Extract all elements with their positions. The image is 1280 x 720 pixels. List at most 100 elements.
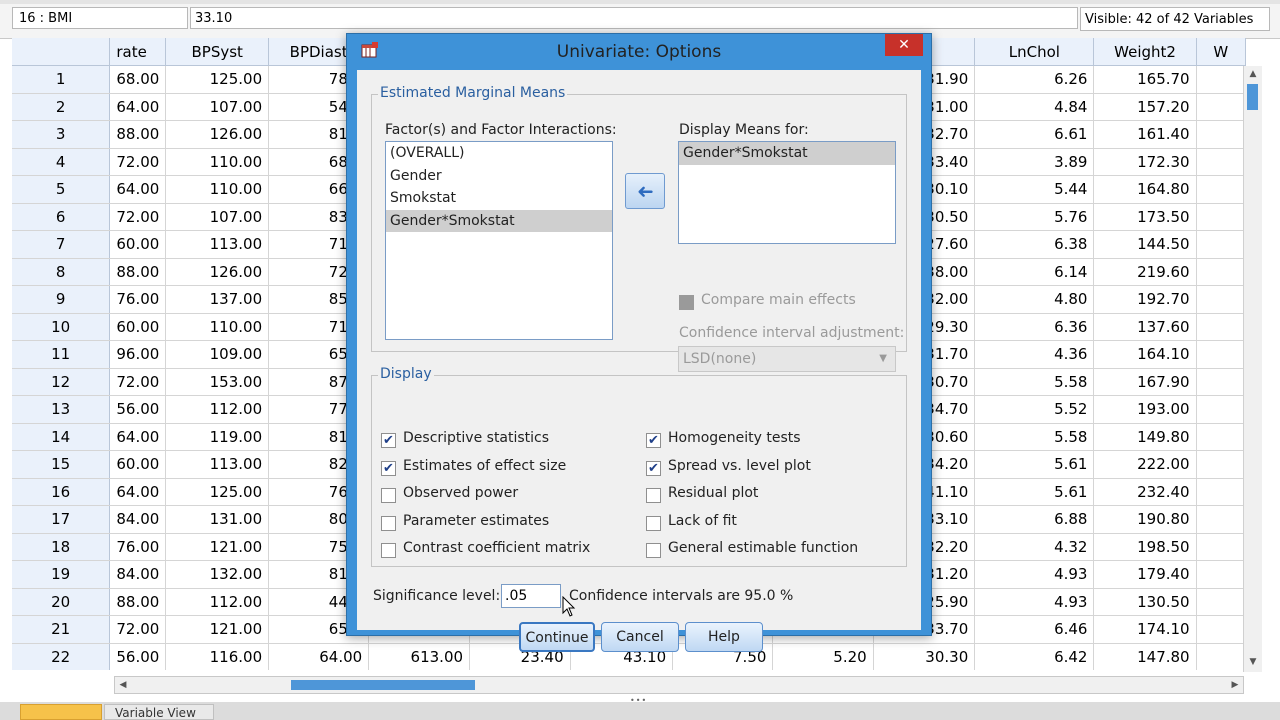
checkbox[interactable] bbox=[381, 488, 396, 503]
factor-list-item[interactable]: Smokstat bbox=[386, 187, 612, 210]
data-cell[interactable]: 110.00 bbox=[165, 175, 270, 204]
data-cell[interactable] bbox=[1196, 505, 1246, 534]
data-cell[interactable]: 5.58 bbox=[974, 423, 1095, 451]
data-cell[interactable]: 157.20 bbox=[1093, 93, 1197, 121]
data-cell[interactable]: 4.36 bbox=[974, 340, 1095, 369]
data-cell[interactable]: 88.00 bbox=[109, 258, 167, 286]
data-cell[interactable]: 5.20 bbox=[772, 643, 874, 670]
display-means-listbox[interactable]: Gender*Smokstat bbox=[678, 141, 896, 244]
data-cell[interactable] bbox=[1196, 423, 1246, 451]
scroll-down-icon[interactable]: ▼ bbox=[1246, 655, 1260, 669]
data-cell[interactable] bbox=[1196, 285, 1246, 314]
cancel-button[interactable]: Cancel bbox=[601, 622, 679, 652]
row-header[interactable]: 13 bbox=[12, 395, 111, 424]
data-cell[interactable]: 193.00 bbox=[1093, 395, 1197, 424]
vertical-scroll-thumb[interactable] bbox=[1247, 84, 1258, 110]
data-cell[interactable]: 5.58 bbox=[974, 368, 1095, 396]
data-cell[interactable]: 192.70 bbox=[1093, 285, 1197, 314]
significance-level-input[interactable]: .05 bbox=[501, 584, 561, 608]
checkbox[interactable]: ✔ bbox=[646, 460, 661, 476]
data-cell[interactable] bbox=[1196, 65, 1246, 94]
horizontal-scroll-thumb[interactable] bbox=[291, 680, 475, 690]
row-header[interactable]: 8 bbox=[12, 258, 111, 286]
vertical-scrollbar[interactable]: ▲ ▼ bbox=[1243, 66, 1262, 672]
data-cell[interactable]: 56.00 bbox=[109, 395, 167, 424]
data-cell[interactable]: 6.42 bbox=[974, 643, 1095, 670]
data-cell[interactable]: 232.40 bbox=[1093, 478, 1197, 506]
data-cell[interactable]: 112.00 bbox=[165, 395, 270, 424]
data-cell[interactable]: 76.00 bbox=[109, 285, 167, 314]
data-cell[interactable]: 72.00 bbox=[109, 368, 167, 396]
data-cell[interactable]: 6.61 bbox=[974, 120, 1095, 149]
data-cell[interactable] bbox=[1196, 93, 1246, 121]
data-cell[interactable] bbox=[1196, 230, 1246, 259]
row-header[interactable]: 1 bbox=[12, 65, 111, 94]
row-header[interactable]: 2 bbox=[12, 93, 111, 121]
data-cell[interactable] bbox=[1196, 368, 1246, 396]
data-cell[interactable]: 164.80 bbox=[1093, 175, 1197, 204]
data-cell[interactable]: 5.61 bbox=[974, 478, 1095, 506]
data-cell[interactable]: 88.00 bbox=[109, 588, 167, 616]
checkbox-label[interactable]: Contrast coefficient matrix bbox=[403, 540, 590, 556]
checkbox[interactable] bbox=[381, 515, 396, 531]
data-cell[interactable]: 76.00 bbox=[109, 533, 167, 561]
data-cell[interactable]: 109.00 bbox=[165, 340, 270, 369]
column-header[interactable]: Weight2 bbox=[1093, 38, 1197, 66]
data-cell[interactable] bbox=[1196, 175, 1246, 204]
data-cell[interactable]: 4.32 bbox=[974, 533, 1095, 561]
checkbox-label[interactable]: Homogeneity tests bbox=[668, 430, 801, 446]
compare-main-effects-checkbox[interactable] bbox=[679, 295, 694, 310]
horizontal-scrollbar[interactable]: ◀ ▶ bbox=[114, 676, 1244, 694]
data-cell[interactable]: 112.00 bbox=[165, 588, 270, 616]
checkbox-label[interactable]: Residual plot bbox=[668, 485, 758, 501]
data-cell[interactable]: 4.84 bbox=[974, 93, 1095, 121]
data-cell[interactable]: 167.90 bbox=[1093, 368, 1197, 396]
move-right-button[interactable]: ➜ bbox=[625, 173, 665, 209]
continue-button[interactable]: Continue bbox=[519, 622, 595, 652]
row-header[interactable]: 7 bbox=[12, 230, 111, 259]
help-button[interactable]: Help bbox=[685, 622, 763, 652]
data-cell[interactable]: 164.10 bbox=[1093, 340, 1197, 369]
data-cell[interactable]: 6.88 bbox=[974, 505, 1095, 534]
data-cell[interactable]: 72.00 bbox=[109, 148, 167, 176]
ci-adjustment-dropdown[interactable]: LSD(none) ▼ bbox=[678, 346, 896, 372]
data-cell[interactable] bbox=[1196, 120, 1246, 149]
data-cell[interactable]: 137.60 bbox=[1093, 313, 1197, 341]
dialog-titlebar[interactable]: Univariate: Options ✕ bbox=[347, 34, 931, 68]
row-header[interactable]: 17 bbox=[12, 505, 111, 534]
checkbox[interactable]: ✔ bbox=[381, 460, 396, 476]
data-cell[interactable] bbox=[1196, 203, 1246, 231]
row-header[interactable]: 6 bbox=[12, 203, 111, 231]
data-cell[interactable]: 179.40 bbox=[1093, 560, 1197, 589]
data-cell[interactable]: 126.00 bbox=[165, 120, 270, 149]
checkbox[interactable]: ✔ bbox=[646, 433, 661, 448]
data-cell[interactable] bbox=[1196, 395, 1246, 424]
column-header[interactable]: LnChol bbox=[974, 38, 1095, 66]
row-header[interactable]: 12 bbox=[12, 368, 111, 396]
checkbox-label[interactable]: Lack of fit bbox=[668, 513, 737, 529]
data-cell[interactable]: 6.26 bbox=[974, 65, 1095, 94]
row-header[interactable]: 3 bbox=[12, 120, 111, 149]
data-cell[interactable]: 174.10 bbox=[1093, 615, 1197, 644]
checkbox-label[interactable]: General estimable function bbox=[668, 540, 858, 556]
data-cell[interactable] bbox=[1196, 533, 1246, 561]
data-cell[interactable]: 4.93 bbox=[974, 588, 1095, 616]
data-cell[interactable]: 6.46 bbox=[974, 615, 1095, 644]
tab-data-view[interactable] bbox=[20, 704, 102, 720]
data-cell[interactable] bbox=[1196, 450, 1246, 479]
data-cell[interactable]: 130.50 bbox=[1093, 588, 1197, 616]
data-cell[interactable]: 149.80 bbox=[1093, 423, 1197, 451]
data-cell[interactable]: 113.00 bbox=[165, 230, 270, 259]
data-cell[interactable]: 121.00 bbox=[165, 615, 270, 644]
data-cell[interactable]: 222.00 bbox=[1093, 450, 1197, 479]
checkbox-label[interactable]: Descriptive statistics bbox=[403, 430, 549, 446]
checkbox-label[interactable]: Observed power bbox=[403, 485, 518, 501]
checkbox-label[interactable]: Estimates of effect size bbox=[403, 458, 566, 474]
checkbox-label[interactable]: Spread vs. level plot bbox=[668, 458, 811, 474]
row-header[interactable]: 4 bbox=[12, 148, 111, 176]
data-cell[interactable]: 137.00 bbox=[165, 285, 270, 314]
data-cell[interactable] bbox=[1196, 478, 1246, 506]
checkbox-label[interactable]: Parameter estimates bbox=[403, 513, 549, 529]
data-cell[interactable]: 119.00 bbox=[165, 423, 270, 451]
row-header[interactable]: 10 bbox=[12, 313, 111, 341]
